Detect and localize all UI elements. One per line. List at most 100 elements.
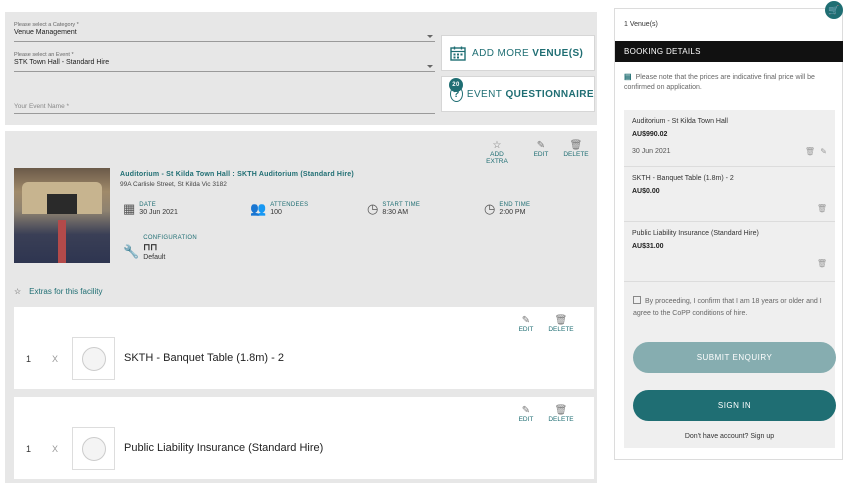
event-select[interactable]: Please select an Event * STK Town Hall -…: [14, 52, 435, 72]
attendees-value: 100: [270, 209, 282, 216]
extra-quantity: 1: [26, 444, 32, 454]
clock-icon: ◷: [484, 201, 496, 216]
configuration-icon: ⊓⊓: [143, 242, 158, 252]
star-icon: ☆: [14, 287, 22, 296]
booking-item-price: AU$0.00: [632, 188, 660, 195]
extra-name: Public Liability Insurance (Standard Hir…: [124, 442, 324, 454]
price-note: ▤ Please note that the prices are indicat…: [624, 72, 840, 93]
delete-venue-button[interactable]: 🗑 DELETE: [559, 140, 593, 158]
venue-actions: ☆ ADD EXTRA ✎ EDIT 🗑 DELETE: [479, 140, 593, 168]
questionnaire-badge: 20: [449, 78, 463, 92]
trash-icon[interactable]: 🗑: [805, 147, 815, 156]
clock-icon: ◷: [367, 201, 379, 216]
extra-quantity: 1: [26, 354, 32, 364]
start-time-value: 8:30 AM: [382, 209, 409, 216]
booking-item-title: SKTH - Banquet Table (1.8m) - 2: [632, 175, 734, 182]
edit-label: EDIT: [518, 416, 534, 423]
event-selection-panel: Please select a Category * Venue Managem…: [5, 12, 597, 125]
venue-title[interactable]: Auditorium - St Kilda Town Hall : SKTH A…: [120, 171, 354, 178]
booking-item-date: 30 Jun 2021: [632, 148, 671, 155]
chevron-down-icon: [427, 35, 433, 38]
end-time-field: ◷ END TIME 2:00 PM: [484, 202, 530, 216]
delete-extra-button[interactable]: 🗑 DELETE: [544, 315, 578, 333]
calendar-icon: [450, 46, 466, 61]
event-questionnaire-button[interactable]: ? 20 EVENT QUESTIONNAIRE: [441, 76, 595, 112]
edit-icon: ✎: [536, 140, 546, 151]
event-value: STK Town Hall - Standard Hire: [14, 59, 110, 66]
add-extra-label: ADD EXTRA: [486, 151, 508, 165]
booking-item: SKTH - Banquet Table (1.8m) - 2 AU$0.00 …: [624, 167, 835, 222]
category-value: Venue Management: [14, 29, 77, 36]
question-icon: ? 20: [449, 78, 463, 102]
venue-photo: [14, 168, 110, 263]
booking-item: Auditorium - St Kilda Town Hall AU$990.0…: [624, 110, 835, 167]
edit-extra-button[interactable]: ✎ EDIT: [514, 315, 538, 333]
delete-extra-button[interactable]: 🗑 DELETE: [544, 405, 578, 423]
extras-link-label: Extras for this facility: [29, 287, 103, 296]
delete-label: DELETE: [548, 326, 574, 333]
questionnaire-label: EVENT: [466, 88, 503, 100]
submit-enquiry-button[interactable]: SUBMIT ENQUIRY: [633, 342, 836, 373]
booking-item-title: Public Liability Insurance (Standard Hir…: [632, 230, 759, 237]
edit-icon[interactable]: ✎: [820, 147, 827, 156]
date-value: 30 Jun 2021: [139, 209, 178, 216]
add-venue-label-bold: VENUE(S): [532, 47, 584, 59]
star-icon: ☆: [492, 140, 502, 151]
booking-panel: 1 Venue(s) BOOKING DETAILS ▤ Please note …: [614, 8, 843, 460]
calendar-icon: ▦: [123, 201, 136, 216]
booking-item-price: AU$31.00: [632, 243, 664, 250]
person-icon: 👥: [250, 201, 267, 216]
edit-icon: ✎: [521, 405, 531, 416]
delete-label: DELETE: [548, 416, 574, 423]
trash-icon: 🗑: [554, 315, 568, 326]
venue-count: 1 Venue(s): [624, 21, 658, 28]
edit-venue-button[interactable]: ✎ EDIT: [529, 140, 553, 158]
date-field: ▦ DATE 30 Jun 2021: [123, 202, 178, 216]
extra-name: SKTH - Banquet Table (1.8m) - 2: [124, 352, 284, 364]
event-name-input[interactable]: Your Event Name *: [14, 98, 435, 114]
booking-item-title: Auditorium - St Kilda Town Hall: [632, 118, 728, 125]
venue-panel: ☆ ADD EXTRA ✎ EDIT 🗑 DELETE Auditorium -…: [5, 131, 597, 483]
terms-checkbox[interactable]: By proceeding, I confirm that I am 18 ye…: [633, 296, 831, 320]
extra-thumbnail: [72, 427, 115, 470]
add-extra-button[interactable]: ☆ ADD EXTRA: [479, 140, 515, 165]
edit-extra-button[interactable]: ✎ EDIT: [514, 405, 538, 423]
extra-item-card: ✎ EDIT 🗑 DELETE 1 X Public Liability Ins…: [14, 397, 594, 479]
booking-items: Auditorium - St Kilda Town Hall AU$990.0…: [624, 110, 836, 448]
sign-up-link[interactable]: Don't have account? Sign up: [624, 433, 835, 440]
booking-details-header: BOOKING DETAILS: [615, 41, 843, 62]
end-time-label: END TIME: [499, 202, 531, 208]
booking-item-price: AU$990.02: [632, 131, 668, 138]
end-time-value: 2:00 PM: [499, 209, 526, 216]
booking-item: Public Liability Insurance (Standard Hir…: [624, 222, 835, 282]
extra-multiplier: X: [52, 444, 59, 454]
trash-icon: 🗑: [569, 140, 583, 151]
add-more-venues-button[interactable]: ADD MORE VENUE(S): [441, 35, 595, 71]
category-select[interactable]: Please select a Category * Venue Managem…: [14, 22, 435, 42]
edit-label: EDIT: [518, 326, 534, 333]
terms-text: By proceeding, I confirm that I am 18 ye…: [633, 298, 822, 317]
checkbox[interactable]: [633, 296, 641, 304]
category-label: Please select a Category *: [14, 22, 79, 28]
configuration-field: 🔧 CONFIGURATION ⊓⊓ Default: [123, 235, 197, 261]
extra-item-card: ✎ EDIT 🗑 DELETE 1 X SKTH - Banquet Table…: [14, 307, 594, 389]
edit-icon: ✎: [521, 315, 531, 326]
extra-multiplier: X: [52, 354, 59, 364]
extras-link[interactable]: ☆ Extras for this facility: [14, 287, 111, 296]
cart-icon[interactable]: 🛒: [825, 1, 843, 19]
extra-actions: ✎ EDIT 🗑 DELETE: [514, 315, 584, 337]
price-note-text: Please note that the prices are indicati…: [624, 74, 815, 91]
trash-icon[interactable]: 🗑: [817, 259, 827, 268]
event-label: Please select an Event *: [14, 52, 74, 58]
attendees-label: ATTENDEES: [270, 202, 309, 208]
edit-label: EDIT: [533, 151, 549, 158]
wrench-icon: 🔧: [123, 244, 140, 259]
chevron-down-icon: [427, 65, 433, 68]
date-label: DATE: [139, 202, 157, 208]
start-time-field: ◷ START TIME 8:30 AM: [367, 202, 420, 216]
questionnaire-label-bold: QUESTIONNAIRE: [505, 88, 594, 100]
sign-in-button[interactable]: SIGN IN: [633, 390, 836, 421]
trash-icon[interactable]: 🗑: [817, 204, 827, 213]
extra-thumbnail: [72, 337, 115, 380]
configuration-value: Default: [143, 254, 166, 261]
